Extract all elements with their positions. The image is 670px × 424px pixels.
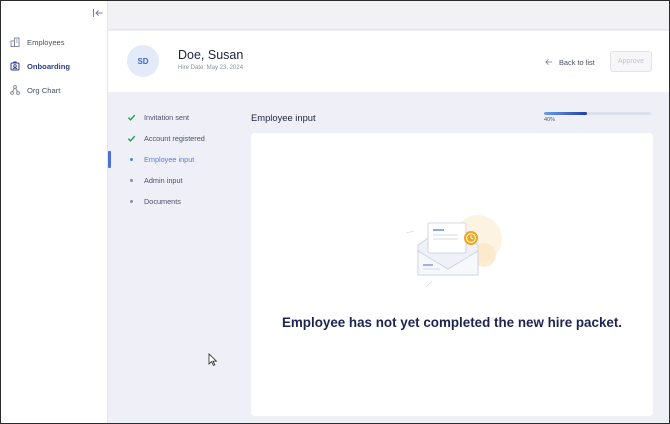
step-documents[interactable]: Documents (127, 195, 181, 207)
hire-date: Hire Date: May 23, 2024 (178, 65, 244, 71)
arrow-left-icon (545, 59, 553, 65)
progress-label: 40% (544, 117, 556, 123)
step-label: Documents (144, 196, 181, 206)
progress-bar (544, 112, 651, 115)
section-title: Employee input (251, 112, 316, 123)
sidebar-item-onboarding[interactable]: Onboarding (10, 59, 70, 73)
sidebar-item-org-chart[interactable]: Org Chart (10, 83, 60, 97)
step-admin-input[interactable]: Admin input (127, 174, 183, 186)
back-to-list-link[interactable]: Back to list (545, 56, 595, 68)
progress-fill (544, 112, 587, 115)
org-chart-icon (10, 85, 20, 95)
building-icon (10, 37, 20, 47)
top-bar (108, 0, 670, 30)
step-employee-input[interactable]: Employee input (127, 153, 194, 165)
sidebar-item-employees[interactable]: Employees (10, 35, 65, 49)
approve-button[interactable]: Approve (610, 51, 652, 72)
check-icon (127, 114, 136, 121)
step-dot-icon (130, 178, 133, 182)
id-badge-icon (10, 61, 20, 71)
avatar: SD (127, 45, 159, 77)
sidebar-item-label: Employees (27, 37, 65, 47)
current-step-indicator (108, 151, 111, 168)
main-content: SD Doe, Susan Hire Date: May 23, 2024 Ba… (108, 0, 670, 424)
step-label: Invitation sent (144, 112, 190, 122)
employee-name: Doe, Susan (178, 48, 244, 62)
sidebar: Employees Onboarding Org Chart (0, 0, 108, 424)
step-label: Admin input (144, 175, 183, 185)
empty-state-card: Employee has not yet completed the new h… (251, 133, 653, 416)
envelope-clock-icon (405, 215, 502, 288)
back-to-list-label: Back to list (559, 57, 595, 67)
step-account-registered[interactable]: Account registered (127, 132, 205, 144)
employee-header: SD Doe, Susan Hire Date: May 23, 2024 Ba… (108, 31, 670, 92)
collapse-sidebar-icon[interactable] (92, 6, 104, 18)
step-invitation-sent[interactable]: Invitation sent (127, 111, 189, 123)
step-label: Account registered (144, 133, 205, 143)
mouse-cursor-icon (208, 353, 217, 366)
check-icon (127, 135, 136, 142)
step-dot-icon (130, 199, 133, 203)
step-dot-icon (130, 157, 133, 161)
empty-state-message: Employee has not yet completed the new h… (281, 315, 623, 330)
step-label: Employee input (144, 154, 195, 164)
sidebar-item-label: Onboarding (27, 61, 71, 71)
sidebar-item-label: Org Chart (27, 85, 61, 95)
